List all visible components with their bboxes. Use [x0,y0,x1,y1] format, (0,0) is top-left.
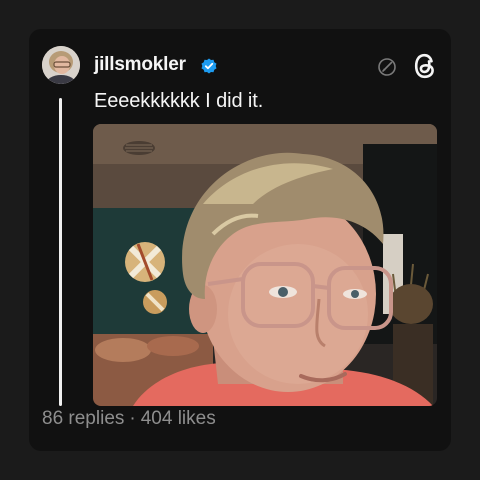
post-image[interactable] [93,124,437,406]
post-text: Eeeekkkkkk I did it. [94,90,264,112]
stats-separator: · [129,408,136,429]
post-stats: 86 replies · 404 likes [42,408,216,430]
edit-disabled-icon[interactable] [377,57,397,77]
username[interactable]: jillsmokler [94,54,186,76]
avatar[interactable] [42,46,80,84]
threads-logo-icon[interactable] [413,53,437,79]
replies-count[interactable]: 86 replies [42,408,124,429]
likes-count[interactable]: 404 likes [141,408,216,429]
thread-line [59,98,62,406]
verified-badge-icon [201,58,217,74]
